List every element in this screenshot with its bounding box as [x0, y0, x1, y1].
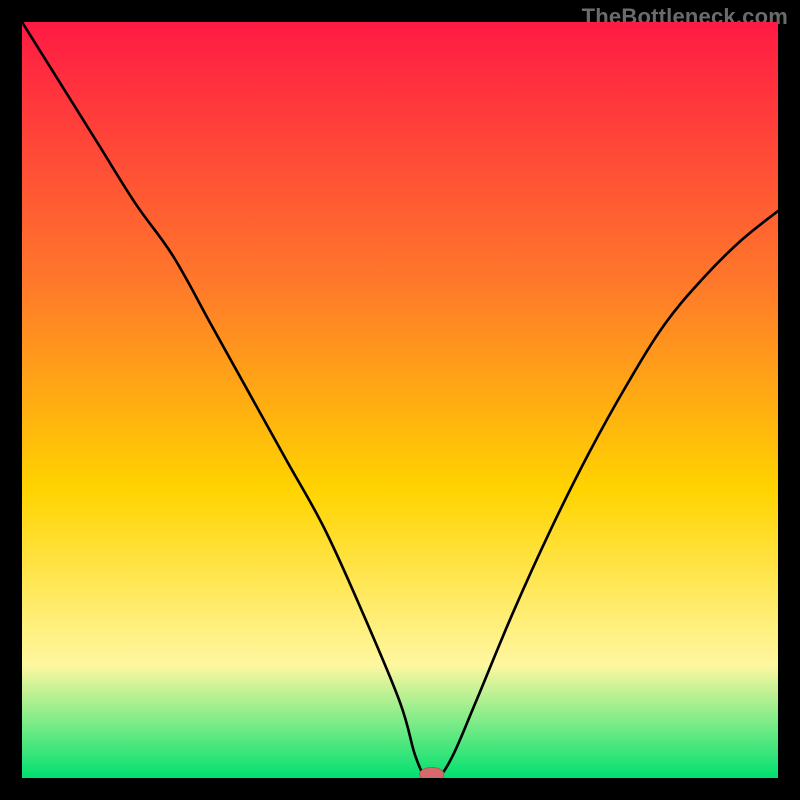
- plot-area: [22, 22, 778, 778]
- bottleneck-chart: [22, 22, 778, 778]
- chart-frame: TheBottleneck.com: [0, 0, 800, 800]
- optimum-marker: [420, 767, 444, 778]
- gradient-background: [22, 22, 778, 778]
